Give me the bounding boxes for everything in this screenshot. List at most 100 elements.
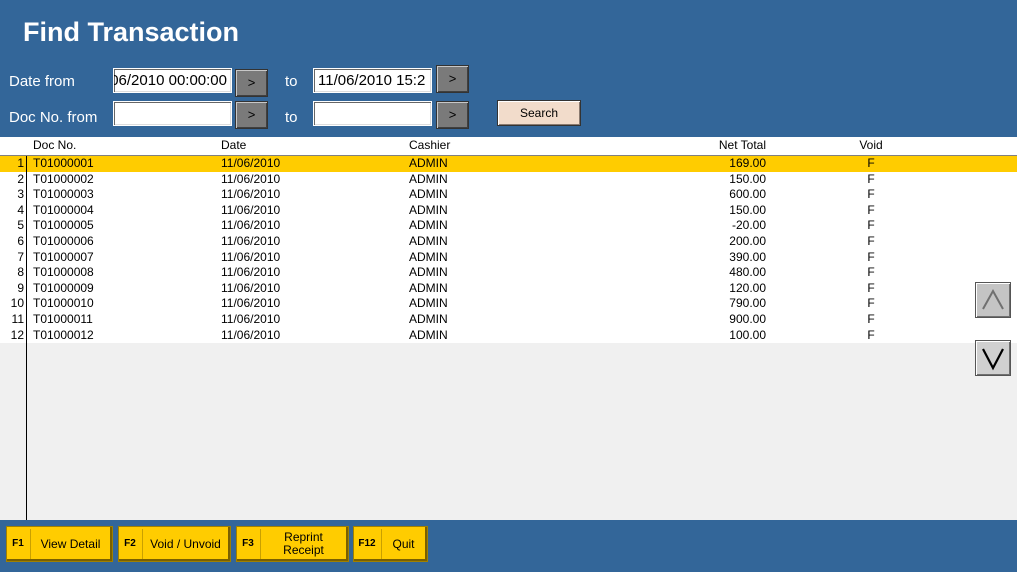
cashier-cell: ADMIN (409, 280, 448, 295)
date-cell: 11/06/2010 (221, 280, 281, 295)
date-to-label: to (285, 73, 298, 90)
doc-from-field[interactable] (113, 101, 232, 126)
doc-no-cell: T01000011 (33, 311, 93, 326)
net-total-cell: 100.00 (729, 327, 766, 342)
date-to-field[interactable]: 11/06/2010 15:2 (313, 68, 432, 93)
date-cell: 11/06/2010 (221, 296, 281, 311)
transaction-rows: 1 T01000001 11/06/2010 ADMIN 169.00 F 2 T01000… (0, 156, 1017, 344)
table-row[interactable]: 12 T01000012 11/06/2010 ADMIN 100.00 F (0, 327, 1017, 344)
void-cell: F (867, 311, 875, 326)
cashier-cell: ADMIN (409, 296, 448, 311)
quit-label: Quit (392, 536, 415, 551)
cashier-cell: ADMIN (409, 202, 448, 217)
f1-key-label: F1 (12, 538, 24, 549)
void-cell: F (867, 156, 875, 170)
column-header-cashier[interactable]: Cashier (409, 138, 450, 152)
doc-no-cell: T01000003 (33, 187, 94, 202)
table-row[interactable]: 6 T01000006 11/06/2010 ADMIN 200.00 F (0, 233, 1017, 250)
doc-from-picker-button[interactable]: > (235, 101, 268, 129)
reprint-receipt-label: Reprint Receipt (283, 530, 324, 557)
cashier-cell: ADMIN (409, 187, 448, 202)
doc-no-cell: T01000008 (33, 265, 94, 280)
view-detail-label: View Detail (40, 536, 101, 551)
grid-header: Doc No. Date Cashier Net Total Void (0, 137, 1017, 156)
table-row[interactable]: 4 T01000004 11/06/2010 ADMIN 150.00 F (0, 202, 1017, 219)
cashier-cell: ADMIN (409, 171, 448, 186)
date-from-picker-button[interactable]: > (235, 69, 268, 97)
f2-void-unvoid-button[interactable]: F2 Void / Unvoid (118, 526, 231, 562)
table-row[interactable]: 1 T01000001 11/06/2010 ADMIN 169.00 F (0, 156, 1017, 172)
doc-no-cell: T01000009 (33, 280, 94, 295)
scroll-up-button[interactable] (975, 282, 1011, 318)
net-total-cell: -20.00 (731, 218, 766, 233)
date-cell: 11/06/2010 (221, 218, 281, 233)
void-cell: F (867, 233, 875, 248)
date-cell: 11/06/2010 (221, 265, 281, 280)
date-cell: 11/06/2010 (221, 327, 281, 342)
void-cell: F (867, 187, 875, 202)
net-total-cell: 150.00 (729, 171, 766, 186)
f3-reprint-receipt-button[interactable]: F3 Reprint Receipt (236, 526, 349, 562)
date-from-value: 11/06/2010 00:00:00 (114, 72, 227, 89)
f3-key-label: F3 (242, 538, 254, 549)
void-cell: F (867, 202, 875, 217)
row-number-column-divider (0, 156, 27, 520)
column-header-net-total[interactable]: Net Total (600, 138, 766, 152)
net-total-cell: 390.00 (729, 249, 766, 264)
doc-to-field[interactable] (313, 101, 432, 126)
void-cell: F (867, 327, 875, 342)
net-total-cell: 480.00 (729, 265, 766, 280)
date-to-picker-button[interactable]: > (436, 65, 469, 93)
doc-to-picker-button[interactable]: > (436, 101, 469, 129)
cashier-cell: ADMIN (409, 218, 448, 233)
cashier-cell: ADMIN (409, 265, 448, 280)
net-total-cell: 200.00 (729, 233, 766, 248)
void-cell: F (867, 265, 875, 280)
table-row[interactable]: 3 T01000003 11/06/2010 ADMIN 600.00 F (0, 187, 1017, 203)
cashier-cell: ADMIN (409, 249, 448, 264)
net-total-cell: 900.00 (729, 311, 766, 326)
date-cell: 11/06/2010 (221, 187, 281, 202)
net-total-cell: 790.00 (729, 296, 766, 311)
net-total-cell: 150.00 (729, 202, 766, 217)
doc-to-label: to (285, 109, 298, 126)
f12-quit-button[interactable]: F12 Quit (353, 526, 428, 562)
scroll-down-button[interactable] (975, 340, 1011, 376)
net-total-cell: 169.00 (729, 156, 766, 170)
date-from-field[interactable]: 11/06/2010 00:00:00 (113, 68, 232, 93)
search-button[interactable]: Search (497, 100, 581, 126)
cashier-cell: ADMIN (409, 311, 448, 326)
table-row[interactable]: 5 T01000005 11/06/2010 ADMIN -20.00 F (0, 218, 1017, 234)
table-row[interactable]: 8 T01000008 11/06/2010 ADMIN 480.00 F (0, 265, 1017, 281)
column-header-void[interactable]: Void (840, 138, 902, 152)
column-header-doc-no[interactable]: Doc No. (33, 138, 76, 152)
f12-key-label: F12 (358, 538, 376, 549)
doc-no-cell: T01000006 (33, 233, 94, 248)
void-cell: F (867, 280, 875, 295)
date-cell: 11/06/2010 (221, 202, 281, 217)
void-cell: F (867, 218, 875, 233)
table-row[interactable]: 10 T01000010 11/06/2010 ADMIN 790.00 F (0, 296, 1017, 312)
chevron-up-icon (982, 288, 1004, 310)
column-header-date[interactable]: Date (221, 138, 246, 152)
date-from-label: Date from (9, 73, 75, 90)
table-row[interactable]: 11 T01000011 11/06/2010 ADMIN 900.00 F (0, 311, 1017, 328)
void-unvoid-label: Void / Unvoid (150, 536, 221, 551)
date-cell: 11/06/2010 (221, 156, 281, 170)
date-cell: 11/06/2010 (221, 233, 281, 248)
chevron-down-icon (982, 348, 1004, 371)
doc-from-label: Doc No. from (9, 109, 98, 126)
date-cell: 11/06/2010 (221, 249, 281, 264)
f1-view-detail-button[interactable]: F1 View Detail (6, 526, 113, 562)
doc-no-cell: T01000007 (33, 249, 94, 264)
table-row[interactable]: 2 T01000002 11/06/2010 ADMIN 150.00 F (0, 171, 1017, 188)
net-total-cell: 600.00 (729, 187, 766, 202)
void-cell: F (867, 171, 875, 186)
date-cell: 11/06/2010 (221, 171, 281, 186)
table-row[interactable]: 9 T01000009 11/06/2010 ADMIN 120.00 F (0, 280, 1017, 297)
table-row[interactable]: 7 T01000007 11/06/2010 ADMIN 390.00 F (0, 249, 1017, 266)
doc-no-cell: T01000005 (33, 218, 94, 233)
doc-no-cell: T01000001 (33, 156, 94, 170)
doc-no-cell: T01000002 (33, 171, 94, 186)
cashier-cell: ADMIN (409, 156, 448, 170)
